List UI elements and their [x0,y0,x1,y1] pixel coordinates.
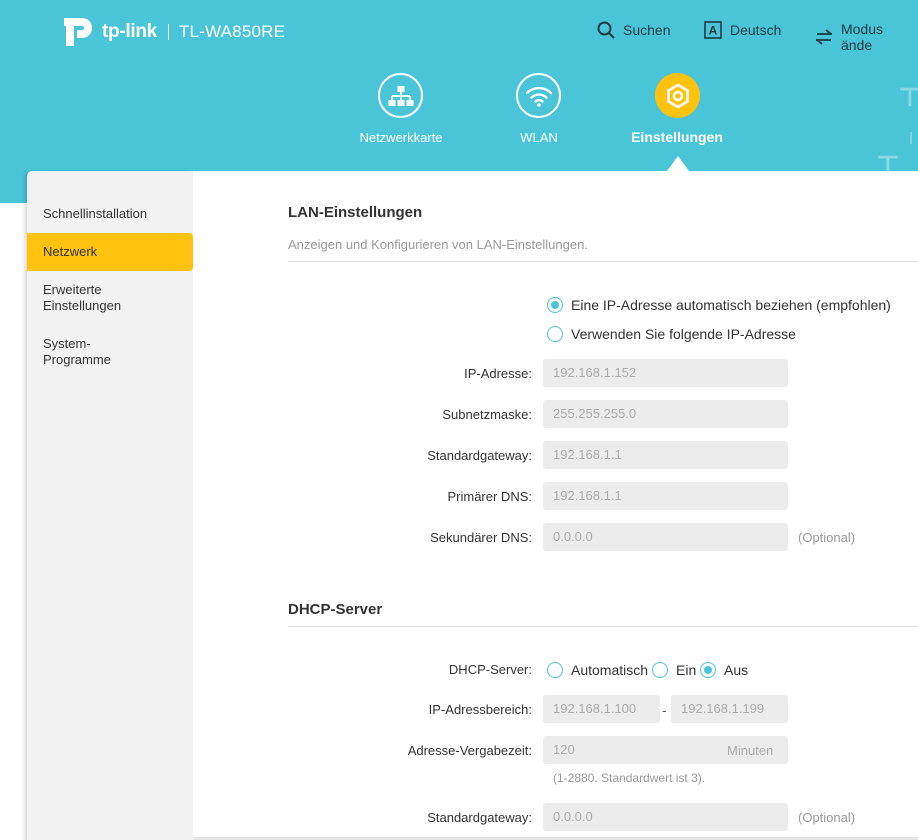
ip-range-start-field[interactable]: 192.168.1.100 [543,695,660,723]
lan-section-description: Anzeigen und Konfigurieren von LAN-Einst… [288,237,588,252]
ip-range-label: IP-Adressbereich: [428,702,532,717]
search-label: Suchen [623,22,671,38]
lan-section-title: LAN-Einstellungen [288,204,423,221]
nav-settings-button[interactable] [655,73,700,118]
radio-label: Verwenden Sie folgende IP-Adresse [571,326,796,342]
language-label: Deutsch [730,22,782,38]
sidebar-item-system-tools[interactable]: System-Programme [27,336,157,368]
gateway-label: Standardgateway: [427,448,532,463]
gateway-field[interactable]: 192.168.1.1 [543,441,788,469]
mode-switch-icon [815,29,832,45]
sidebar-item-advanced[interactable]: Erweiterte Einstellungen [27,282,167,314]
optional-hint: (Optional) [798,810,856,825]
subnet-mask-label: Subnetzmaske: [442,407,532,422]
section-divider [288,261,918,262]
sidebar-item-quick-setup[interactable]: Schnellinstallation [27,206,193,222]
language-selector[interactable]: A Deutsch [704,21,781,39]
dhcp-gateway-field[interactable]: 0.0.0.0 [543,803,788,831]
primary-dns-field[interactable]: 192.168.1.1 [543,482,788,510]
sidebar-item-network[interactable]: Netzwerk [27,233,193,271]
primary-dns-label: Primärer DNS: [447,489,532,504]
nav-settings-label[interactable]: Einstellungen [597,129,757,145]
subnet-mask-field[interactable]: 255.255.255.0 [543,400,788,428]
search-icon [597,21,615,39]
section-divider [288,626,918,627]
dhcp-auto-option[interactable]: Automatisch [547,662,648,678]
secondary-dns-field[interactable]: 0.0.0.0 [543,523,788,551]
search-link[interactable]: Suchen [597,21,670,39]
ip-address-field[interactable]: 192.168.1.152 [543,359,788,387]
lease-time-label: Adresse-Vergabezeit: [407,743,532,758]
optional-hint: (Optional) [798,530,856,545]
mode-switch-label: Modus ände [840,21,884,53]
active-tab-pointer [667,156,689,171]
dhcp-section-title: DHCP-Server [288,601,383,618]
radio-checked[interactable] [547,297,563,313]
dhcp-off-option[interactable]: Aus [700,662,748,678]
dhcp-gateway-label: Standardgateway: [427,810,532,825]
dhcp-server-label: DHCP-Server: [448,662,532,677]
dhcp-on-option[interactable]: Ein [652,662,696,678]
radio-label: Automatisch [571,662,649,678]
svg-text:A: A [709,24,718,38]
radio-label: Aus [724,662,749,678]
ip-range-end-field[interactable]: 192.168.1.199 [671,695,788,723]
secondary-dns-label: Sekundärer DNS: [430,530,532,545]
wifi-icon [525,86,552,107]
range-separator: - [662,702,667,718]
radio-unchecked[interactable] [547,662,563,678]
lease-time-unit: Minuten [727,743,774,758]
decorative-shape: ⊤ [898,82,918,112]
language-icon: A [704,21,722,39]
brand-name: tp-link [102,21,157,42]
radio-label: Eine IP-Adresse automatisch beziehen (em… [571,297,891,313]
tp-link-logo-icon [64,18,92,46]
nav-wlan-label[interactable]: WLAN [459,130,619,145]
radio-checked[interactable] [700,662,716,678]
logo: tp-link TL-WA850RE [62,16,285,48]
sidebar: Schnellinstallation Netzwerk Erweiterte … [27,171,193,840]
nav-wlan-button[interactable] [516,73,561,118]
decorative-shape: ╷ [905,122,918,144]
radio-unchecked[interactable] [652,662,668,678]
mode-switch-link[interactable]: Modus ände [815,21,918,53]
model-name: TL-WA850RE [178,22,286,41]
ip-address-label: IP-Adresse: [464,366,532,381]
lan-static-ip-option[interactable]: Verwenden Sie folgende IP-Adresse [547,326,796,342]
sidebar-item-label: Netzwerk [43,244,98,259]
network-map-icon [388,85,413,106]
logo-divider [167,24,169,40]
nav-network-map-button[interactable] [378,73,423,118]
lease-time-hint: (1-2880. Standardwert ist 3). [553,771,706,785]
lan-auto-ip-option[interactable]: Eine IP-Adresse automatisch beziehen (em… [547,297,891,313]
radio-unchecked[interactable] [547,326,563,342]
nav-network-map-label[interactable]: Netzwerkkarte [321,130,481,145]
settings-gear-icon [666,82,689,109]
radio-label: Ein [676,662,697,678]
